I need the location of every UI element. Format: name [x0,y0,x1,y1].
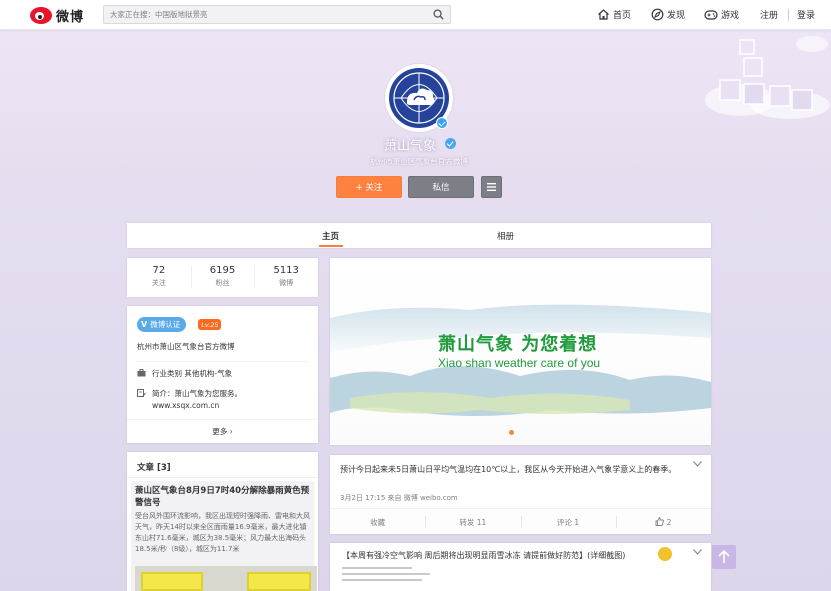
banner-title: 萧山气象 为您着想 [438,334,598,355]
nav-home-label: 首页 [613,11,632,21]
cover-banner[interactable]: 萧山气象 为您着想 Xiao shan weather care of you [330,258,711,445]
post-actions: 收藏 转发 11 评论 1 2 [330,508,711,534]
nav-login[interactable]: 登录 [797,8,815,21]
like-count: 2 [666,518,672,527]
weibo-post: 预计今日起来未5日萧山日平均气温均在10℃以上，我区从今天开始进入气象学意义上的… [330,455,711,534]
verified-badge[interactable]: V 微博认证 [137,317,187,332]
more-label: 更多 [212,427,228,436]
nav-home[interactable]: 首页 [597,8,631,21]
weibo-logo[interactable]: 微博 [30,5,84,25]
repost-button[interactable]: 转发 11 [425,509,520,534]
home-icon [598,9,609,20]
website-link[interactable]: www.xsqx.com.cn [152,401,219,410]
discover-icon [651,8,664,21]
game-icon [704,10,718,20]
badge-row: V 微博认证 Lv.25 [137,317,222,332]
stat-followers-label: 粉丝 [215,279,230,287]
post-meta: 3月2日 17:15 来自 微博 weibo.com [340,494,458,502]
verified-name-icon[interactable] [445,138,456,149]
weibo-post-2: 【本周有强冷空气影响 周后期将出现明显雨雪冰冻 请提前做好防范】(详细截图) [330,543,711,591]
emoji-icon [658,547,672,561]
intro-text: 萧山气象为您服务。 [174,389,243,398]
stat-posts-value: 5113 [273,265,299,276]
favorite-button[interactable]: 收藏 [330,509,425,534]
more-info-link[interactable]: 更多 › [127,426,318,437]
intro-line: 简介：萧山气象为您服务。 [137,388,242,399]
search-input[interactable] [104,6,424,23]
article-headline[interactable]: 萧山区气象台8月9日7时40分解除暴雨黄色预警信号 [135,485,311,509]
article-thumbnail[interactable] [135,566,317,591]
articles-card: 文章 [3] 萧山区气象台8月9日7时40分解除暴雨黄色预警信号 受台风外围环流… [127,452,318,591]
top-bar: 微博 首页 发现 游戏 注册 登录 [0,0,831,30]
profile-name: 萧山气象 [384,139,437,154]
article-item[interactable]: 萧山区气象台8月9日7时40分解除暴雨黄色预警信号 受台风外围环流影响，我区出现… [131,481,317,591]
profile-tab-bar: 主页 相册 [127,223,711,248]
industry-text: 行业类别 其他机构-气象 [152,369,233,378]
search-box [103,5,451,24]
article-excerpt: 受台风外围环流影响，我区出现短时强降雨、雷电和大风天气，昨天14时以来全区面雨量… [135,512,310,553]
tab-home[interactable]: 主页 [318,230,344,247]
banner-subtitle: Xiao shan weather care of you [438,356,601,370]
menu-icon [487,183,496,191]
search-icon[interactable] [433,9,444,20]
tab-album[interactable]: 相册 [497,230,514,242]
nav-register[interactable]: 注册 [760,8,778,21]
arrow-up-icon [718,549,730,563]
divider [137,361,308,362]
stats-card: 72 关注 6195 粉丝 5113 微博 [127,258,318,297]
articles-title[interactable]: 文章 [3] [137,461,171,473]
comment-button[interactable]: 评论 1 [520,509,616,534]
stat-followers-value: 6195 [209,265,236,276]
stat-following-label: 关注 [151,279,166,287]
stat-posts[interactable]: 5113 微博 [254,258,318,297]
back-to-top-button[interactable] [712,545,736,569]
briefcase-icon [137,369,146,377]
v-icon: V [141,320,148,329]
stat-posts-label: 微博 [279,279,294,287]
verified-label: 微博认证 [150,320,181,329]
carousel-dot-active[interactable] [509,430,514,435]
nav-game-label: 游戏 [721,11,740,21]
nav-login-label: 登录 [797,11,816,21]
stat-followers[interactable]: 6195 粉丝 [190,258,255,297]
profile-bio: 杭州市萧山区气象台官方微博 [370,157,468,166]
chevron-right-icon: › [229,427,233,436]
stat-following-value: 72 [152,265,166,276]
more-menu-button[interactable] [481,176,502,198]
weibo-eye-icon [30,6,52,24]
nav-game[interactable]: 游戏 [704,8,739,21]
stat-following[interactable]: 72 关注 [127,258,191,297]
chevron-down-icon[interactable] [693,549,702,555]
like-button[interactable]: 2 [615,509,711,534]
intro-label: 简介： [152,389,175,398]
post2-image-preview[interactable] [342,567,432,585]
nav-discover[interactable]: 发现 [651,8,685,21]
divider [127,419,318,420]
post-text: 预计今日起来未5日萧山日平均气温均在10℃以上，我区从今天开始进入气象学意义上的… [340,465,677,474]
industry-line: 行业类别 其他机构-气象 [137,368,232,379]
intro-icon [137,389,146,397]
chevron-down-icon[interactable] [693,461,702,467]
thumbs-up-icon [655,516,665,526]
nav-discover-label: 发现 [667,11,686,21]
logo-text: 微博 [56,9,85,25]
message-button[interactable]: 私信 [408,176,474,198]
nav-register-label: 注册 [760,11,779,21]
follow-button[interactable]: + 关注 [336,176,402,198]
profile-info-card: V 微博认证 Lv.25 杭州市萧山区气象台官方微博 行业类别 其他机构-气象 … [127,306,318,443]
level-badge[interactable]: Lv.25 [198,319,222,330]
divider [127,477,318,478]
cover-blocks-decoration [705,36,830,119]
post2-text: 【本周有强冷空气影响 周后期将出现明显雨雪冰冻 请提前做好防范】(详细截图) [342,551,626,560]
nav-divider [788,9,789,21]
verified-badge-icon [436,117,448,129]
verified-description: 杭州市萧山区气象台官方微博 [137,342,235,351]
